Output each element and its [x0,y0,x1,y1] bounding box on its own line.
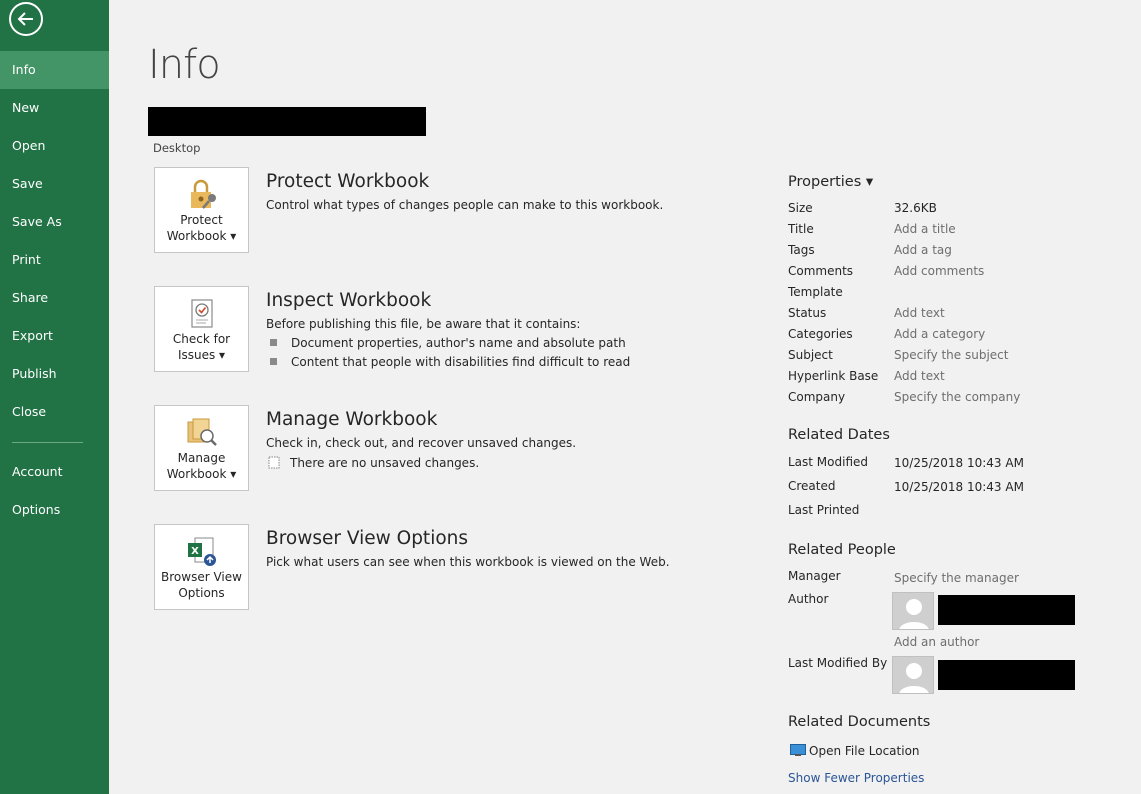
open-file-location-text: Open File Location [809,744,920,758]
inspect-workbook-description: Before publishing this file, be aware th… [266,317,581,331]
backstage-sidebar: Info New Open Save Save As Print Share E… [0,0,109,794]
prop-value-title[interactable]: Add a title [894,222,956,236]
prop-label-company: Company [788,390,846,404]
check-for-issues-button[interactable]: Check for Issues ▾ [154,286,249,372]
prop-label-template: Template [788,285,843,299]
nav-export[interactable]: Export [0,317,109,355]
nav-options[interactable]: Options [0,491,109,529]
nav-close[interactable]: Close [0,393,109,431]
prop-label-title: Title [788,222,814,236]
show-fewer-properties-link[interactable]: Show Fewer Properties [788,771,924,785]
last-modified-by-avatar [892,656,934,694]
nav-save[interactable]: Save [0,165,109,203]
prop-value-subject[interactable]: Specify the subject [894,348,1008,362]
inspect-document-icon [191,299,213,328]
prop-label-tags: Tags [788,243,815,257]
back-button[interactable] [9,2,43,36]
protect-workbook-description: Control what types of changes people can… [266,198,664,212]
prop-value-tags[interactable]: Add a tag [894,243,952,257]
inspect-bullet: Document properties, author's name and a… [270,336,626,350]
nav-print[interactable]: Print [0,241,109,279]
nav-account[interactable]: Account [0,453,109,491]
inspect-bullet-text: Document properties, author's name and a… [291,336,626,350]
browser-view-options-description: Pick what users can see when this workbo… [266,555,670,569]
folder-location-icon [790,744,806,756]
nav-info[interactable]: Info [0,51,109,89]
nav-new[interactable]: New [0,89,109,127]
bullet-square-icon [270,358,277,365]
author-label: Author [788,592,829,606]
prop-label-status: Status [788,306,827,320]
prop-value-hyperlink-base[interactable]: Add text [894,369,945,383]
prop-label-size: Size [788,201,813,215]
excel-web-icon: X [188,537,216,566]
inspect-bullet: Content that people with disabilities fi… [270,355,630,369]
prop-value-status[interactable]: Add text [894,306,945,320]
page-title: Info [148,42,221,88]
protect-workbook-label: Protect Workbook ▾ [166,213,237,243]
prop-label-comments: Comments [788,264,854,278]
manager-value[interactable]: Specify the manager [894,571,1019,585]
prop-value-comments[interactable]: Add comments [894,264,984,278]
author-avatar [892,592,934,630]
lock-key-icon [191,179,216,209]
related-dates-header: Related Dates [788,427,890,443]
date-value-last-modified: 10/25/2018 10:43 AM [894,456,1024,470]
browser-view-options-title: Browser View Options [266,528,469,549]
check-for-issues-label: Check for Issues ▾ [172,332,231,362]
prop-value-company[interactable]: Specify the company [894,390,1020,404]
nav-divider [12,442,83,443]
person-icon [899,599,929,629]
related-people-header: Related People [788,542,896,558]
nav-open[interactable]: Open [0,127,109,165]
redacted-author-name [938,595,1075,625]
manage-workbook-description: Check in, check out, and recover unsaved… [266,436,577,450]
prop-label-categories: Categories [788,327,853,341]
date-label-created: Created [788,479,836,493]
bullet-square-icon [270,339,277,346]
date-label-last-modified: Last Modified [788,455,869,469]
date-value-created: 10/25/2018 10:43 AM [894,480,1024,494]
manage-versions-icon [187,418,217,446]
svg-text:X: X [191,546,199,557]
date-label-last-printed: Last Printed [788,503,860,517]
protect-workbook-button[interactable]: Protect Workbook ▾ [154,167,249,253]
add-author-link[interactable]: Add an author [894,635,979,649]
manage-workbook-title: Manage Workbook [266,409,438,430]
browser-view-options-button[interactable]: X Browser View Options [154,524,249,610]
last-modified-by-label: Last Modified By [788,656,888,670]
prop-label-subject: Subject [788,348,833,362]
manager-label: Manager [788,569,841,583]
file-location: Desktop [153,141,201,155]
redacted-file-name [148,107,426,136]
nav-save-as[interactable]: Save As [0,203,109,241]
prop-value-categories[interactable]: Add a category [894,327,985,341]
prop-value-size: 32.6KB [894,201,937,215]
unsaved-changes-text: There are no unsaved changes. [290,456,480,470]
unsaved-changes-note: There are no unsaved changes. [268,456,479,470]
open-file-location-link[interactable]: Open File Location [790,744,920,758]
person-icon [899,663,929,693]
inspect-bullet-text: Content that people with disabilities fi… [291,355,631,369]
prop-label-hyperlink-base: Hyperlink Base [788,369,879,383]
manage-workbook-label: Manage Workbook ▾ [166,451,237,481]
document-icon [268,456,280,469]
nav-publish[interactable]: Publish [0,355,109,393]
nav-share[interactable]: Share [0,279,109,317]
inspect-workbook-title: Inspect Workbook [266,290,432,311]
related-documents-header: Related Documents [788,714,931,730]
redacted-last-modified-by-name [938,660,1075,690]
manage-workbook-button[interactable]: Manage Workbook ▾ [154,405,249,491]
arrow-left-icon [17,12,33,26]
properties-header[interactable]: Properties ▾ [788,174,873,190]
protect-workbook-title: Protect Workbook [266,171,430,192]
browser-view-options-label: Browser View Options [161,570,242,600]
